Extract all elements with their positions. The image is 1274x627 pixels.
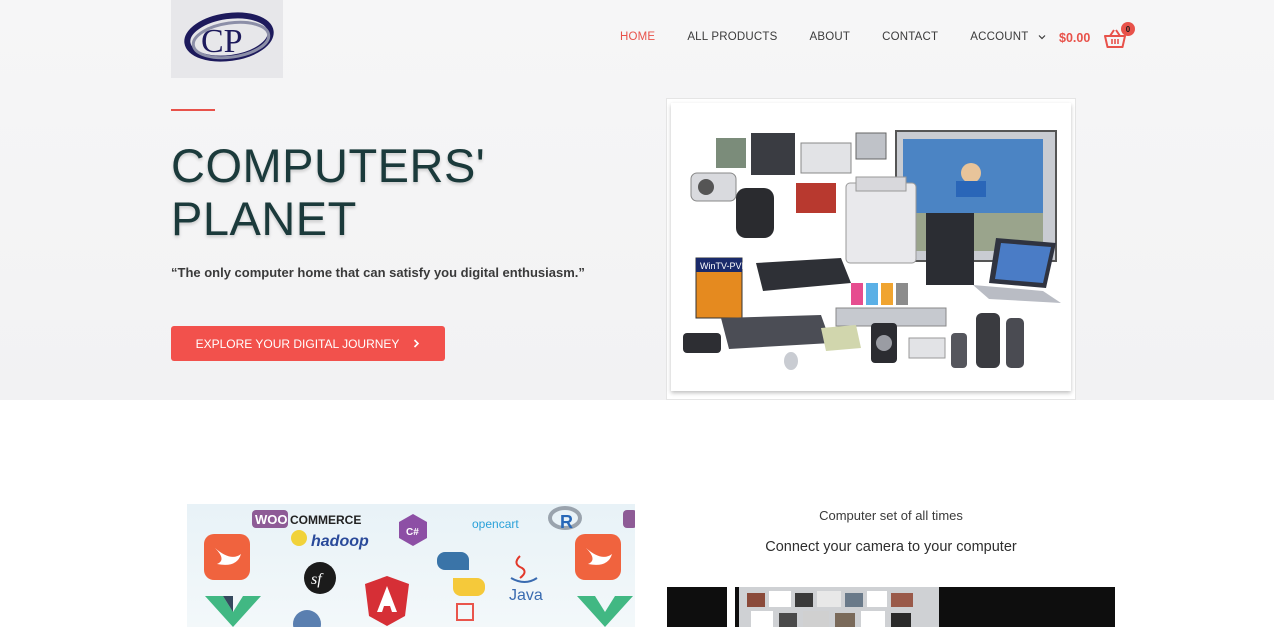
camera-photo — [667, 587, 1115, 627]
wintv-label: WinTV-PVR — [700, 261, 749, 271]
camera-photo-art — [667, 587, 1115, 627]
hadoop-label: hadoop — [311, 533, 369, 550]
r-label: R — [560, 512, 573, 532]
nav-account-label: ACCOUNT — [970, 31, 1029, 43]
section-heading: Connect your camera to your computer — [765, 539, 1017, 555]
tech-logos-image: WOO COMMERCE hadoop C# opencart R sf Jav… — [187, 504, 635, 627]
logo-letters: CP — [201, 23, 243, 60]
explore-button-label: EXPLORE YOUR DIGITAL JOURNEY — [195, 336, 400, 351]
chevron-right-icon — [414, 339, 420, 348]
commerce-label: COMMERCE — [290, 513, 361, 527]
section-caption: Computer set of all times — [819, 508, 963, 523]
hero-title: COMPUTERS' PLANET — [171, 139, 485, 245]
nav-account[interactable]: ACCOUNT — [970, 31, 1046, 43]
products-collage-image: WinTV-PVR — [667, 99, 1075, 399]
hero-title-line1: COMPUTERS' — [171, 139, 486, 192]
nav-contact[interactable]: CONTACT — [882, 31, 938, 43]
opencart-label: opencart — [472, 517, 519, 531]
nav-about[interactable]: ABOUT — [809, 31, 850, 43]
tech-logos: WOO COMMERCE hadoop C# opencart R sf Jav… — [204, 506, 635, 627]
woo-label: WOO — [255, 512, 288, 527]
cart-total[interactable]: $0.00 — [1059, 31, 1090, 45]
java-label: Java — [509, 587, 543, 604]
nav-all-products[interactable]: ALL PRODUCTS — [687, 31, 777, 43]
explore-button[interactable]: EXPLORE YOUR DIGITAL JOURNEY — [171, 326, 445, 361]
products-collage: WinTV-PVR — [683, 130, 1061, 370]
site-logo[interactable]: CP — [171, 0, 283, 78]
main-nav: HOME ALL PRODUCTS ABOUT CONTACT ACCOUNT — [620, 31, 1046, 43]
hero-title-line2: PLANET — [171, 192, 357, 245]
nav-home[interactable]: HOME — [620, 31, 655, 43]
chevron-down-icon — [1038, 35, 1046, 40]
cart-count-badge: 0 — [1121, 22, 1135, 36]
csharp-label: C# — [406, 527, 419, 538]
hero-quote: “The only computer home that can satisfy… — [171, 265, 585, 280]
accent-line — [171, 109, 215, 111]
logo-mark: CP — [184, 12, 274, 62]
